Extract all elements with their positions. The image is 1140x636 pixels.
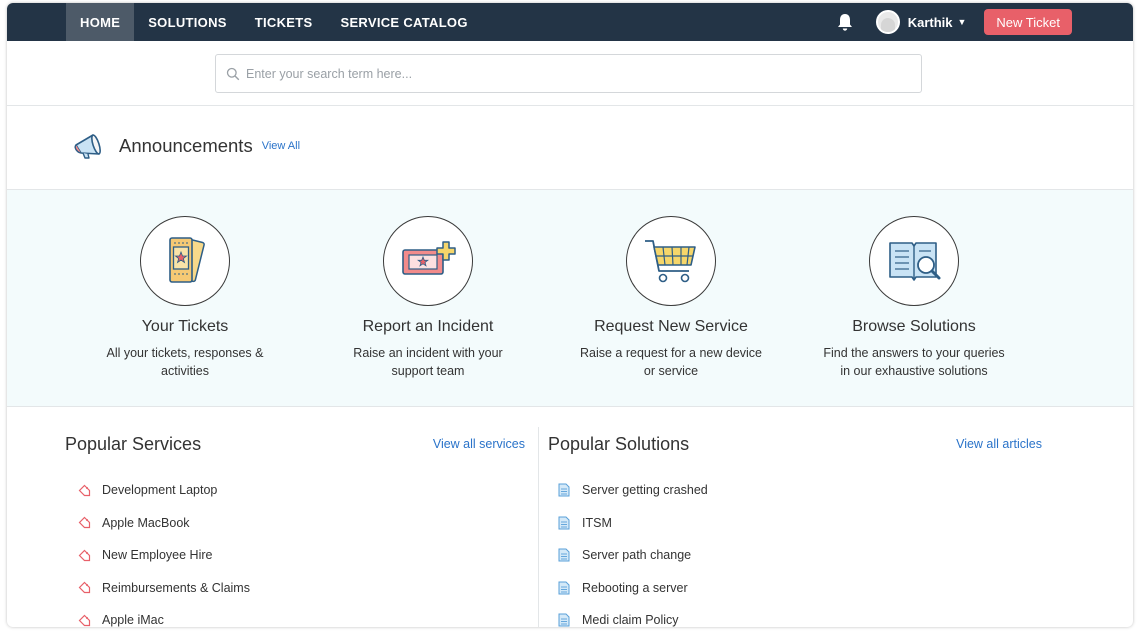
- popular-section: Popular Services View all services Devel…: [7, 407, 1133, 627]
- tile-description: All your tickets, responses & activities: [106, 346, 264, 378]
- list-item-label: ITSM: [582, 515, 612, 530]
- list-item[interactable]: ITSM: [557, 507, 708, 540]
- nav-item-home[interactable]: HOME: [66, 3, 135, 41]
- search-box[interactable]: [215, 54, 922, 93]
- document-icon: [557, 613, 571, 627]
- list-item[interactable]: Development Laptop: [77, 474, 250, 507]
- nav-item-solutions[interactable]: SOLUTIONS: [134, 3, 241, 41]
- list-item[interactable]: Rebooting a server: [557, 572, 708, 605]
- list-item[interactable]: Medi claim Policy: [557, 604, 708, 627]
- popular-services-title: Popular Services: [65, 434, 202, 454]
- tag-icon: [77, 483, 91, 497]
- tile-request-service[interactable]: Request New Service Raise a request for …: [546, 216, 796, 380]
- popular-solutions-title: Popular Solutions: [548, 434, 690, 454]
- list-item[interactable]: New Employee Hire: [77, 539, 250, 572]
- nav-right-group: Karthik ▼ New Ticket: [836, 3, 1072, 41]
- tag-icon: [77, 516, 91, 530]
- list-item-label: Medi claim Policy: [582, 613, 679, 627]
- user-name[interactable]: Karthik: [908, 15, 953, 30]
- tile-title: Your Tickets: [141, 318, 229, 335]
- nav-item-service-catalog[interactable]: SERVICE CATALOG: [326, 3, 481, 41]
- tile-your-tickets[interactable]: Your Tickets All your tickets, responses…: [60, 216, 310, 380]
- list-item-label: Reimbursements & Claims: [102, 580, 250, 595]
- megaphone-icon: [73, 130, 107, 165]
- popular-services-list: Development Laptop Apple MacBook New Emp…: [77, 474, 250, 627]
- announcements-section: Announcements View All: [7, 106, 1133, 190]
- list-item-label: Development Laptop: [102, 483, 218, 498]
- list-item-label: Rebooting a server: [582, 580, 688, 595]
- main-nav: HOME SOLUTIONS TICKETS SERVICE CATALOG: [66, 3, 482, 41]
- tickets-icon: [140, 216, 230, 306]
- bell-icon[interactable]: [836, 12, 854, 32]
- search-section: [7, 41, 1133, 106]
- quick-actions-section: Your Tickets All your tickets, responses…: [7, 190, 1133, 407]
- tile-description: Find the answers to your queries in our …: [823, 346, 1005, 378]
- list-item-label: Apple iMac: [102, 613, 164, 627]
- document-icon: [557, 581, 571, 595]
- list-item[interactable]: Apple iMac: [77, 604, 250, 627]
- view-all-articles-link[interactable]: View all articles: [956, 437, 1042, 451]
- top-navigation-bar: HOME SOLUTIONS TICKETS SERVICE CATALOG K…: [7, 3, 1133, 41]
- nav-item-tickets[interactable]: TICKETS: [241, 3, 327, 41]
- column-divider: [538, 427, 539, 627]
- list-item-label: Server getting crashed: [582, 483, 708, 498]
- search-input[interactable]: [246, 66, 872, 81]
- tile-browse-solutions[interactable]: Browse Solutions Find the answers to you…: [789, 216, 1039, 380]
- tile-title: Browse Solutions: [852, 318, 976, 335]
- document-icon: [557, 483, 571, 497]
- document-icon: [557, 516, 571, 530]
- tile-report-incident[interactable]: Report an Incident Raise an incident wit…: [303, 216, 553, 380]
- document-icon: [557, 548, 571, 562]
- list-item[interactable]: Apple MacBook: [77, 507, 250, 540]
- tile-description: Raise a request for a new device or serv…: [579, 346, 763, 378]
- list-item[interactable]: Reimbursements & Claims: [77, 572, 250, 605]
- list-item[interactable]: Server getting crashed: [557, 474, 708, 507]
- announcements-title: Announcements: [119, 134, 253, 156]
- book-search-icon: [869, 216, 959, 306]
- list-item-label: Apple MacBook: [102, 515, 190, 530]
- portal-window: HOME SOLUTIONS TICKETS SERVICE CATALOG K…: [7, 3, 1133, 627]
- popular-solutions-list: Server getting crashed ITSM Server path …: [557, 474, 708, 627]
- search-icon: [226, 67, 240, 81]
- tag-icon: [77, 613, 91, 627]
- user-avatar[interactable]: [875, 10, 900, 34]
- tag-icon: [77, 548, 91, 562]
- view-all-services-link[interactable]: View all services: [433, 437, 525, 451]
- list-item-label: Server path change: [582, 548, 692, 563]
- tile-description: Raise an incident with your support team: [353, 346, 503, 378]
- list-item-label: New Employee Hire: [102, 548, 213, 563]
- announcements-view-all-link[interactable]: View All: [262, 140, 300, 152]
- shopping-cart-icon: [626, 216, 716, 306]
- tile-title: Request New Service: [594, 318, 748, 335]
- incident-ticket-icon: [383, 216, 473, 306]
- new-ticket-button[interactable]: New Ticket: [984, 9, 1072, 35]
- tile-title: Report an Incident: [362, 318, 494, 335]
- caret-down-icon[interactable]: ▼: [958, 17, 967, 27]
- list-item[interactable]: Server path change: [557, 539, 708, 572]
- tag-icon: [77, 581, 91, 595]
